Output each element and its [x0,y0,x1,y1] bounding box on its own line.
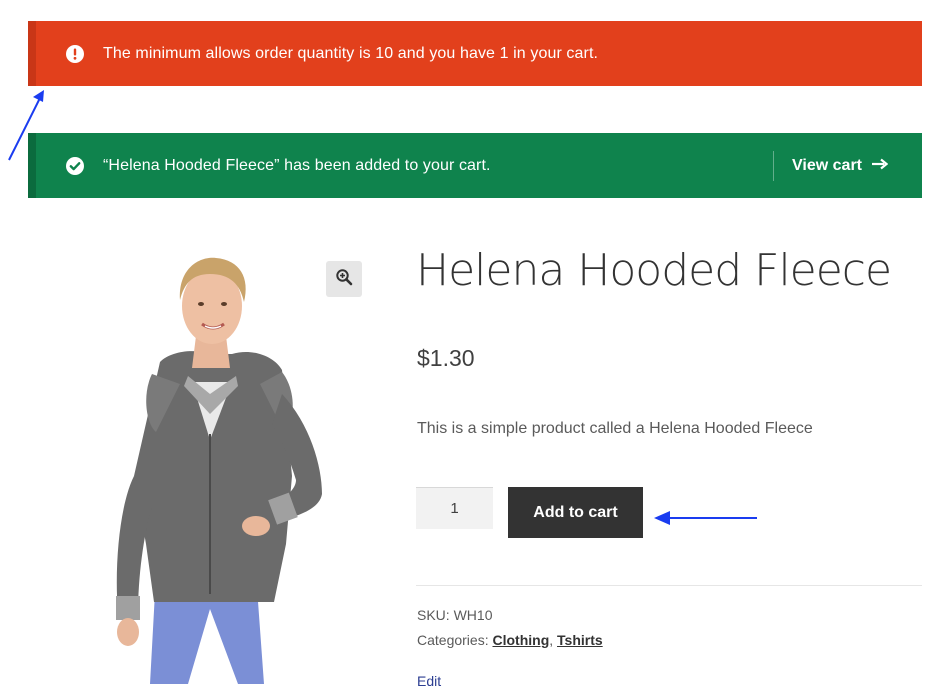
categories-label: Categories: [417,632,489,648]
product-title: Helena Hooded Fleece [416,245,892,296]
categories-line: Categories: Clothing, Tshirts [417,632,603,648]
sku-value: WH10 [453,607,493,623]
product-image[interactable] [60,244,370,684]
category-link-clothing[interactable]: Clothing [492,632,549,648]
category-link-tshirts[interactable]: Tshirts [557,632,603,648]
exclamation-circle-icon [66,44,84,63]
view-cart-link[interactable]: View cart [773,150,922,181]
success-notice-text: “Helena Hooded Fleece” has been added to… [103,156,491,174]
edit-link[interactable]: Edit [417,673,441,689]
view-cart-label: View cart [792,156,862,174]
product-description: This is a simple product called a Helena… [417,420,813,437]
success-notice: “Helena Hooded Fleece” has been added to… [28,133,922,198]
annotation-arrow-add-to-cart [654,511,757,525]
product-price: $1.30 [417,345,475,371]
check-circle-icon [66,156,84,175]
quantity-input[interactable] [416,487,493,529]
arrow-right-icon [872,157,889,175]
divider [416,585,922,586]
sku-label: SKU: [417,607,450,623]
error-notice: The minimum allows order quantity is 10 … [28,21,922,86]
zoom-in-button[interactable] [326,261,362,297]
error-notice-text: The minimum allows order quantity is 10 … [103,44,599,62]
sku-line: SKU: WH10 [417,607,492,623]
zoom-in-icon [335,268,353,291]
add-to-cart-button[interactable]: Add to cart [508,487,643,538]
